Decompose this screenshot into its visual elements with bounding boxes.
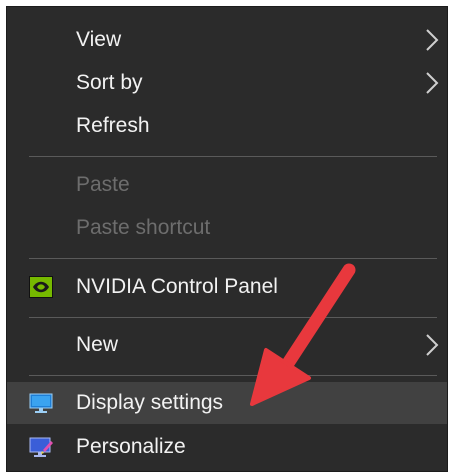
menu-item-new[interactable]: New <box>7 324 447 366</box>
desktop-context-menu: View Sort by Refresh Paste Paste shortcu… <box>6 6 448 472</box>
menu-item-label: NVIDIA Control Panel <box>76 275 278 298</box>
menu-item-label: Paste shortcut <box>76 216 211 239</box>
menu-item-label: Paste <box>76 173 130 196</box>
chevron-right-icon <box>426 334 439 356</box>
chevron-right-icon <box>426 29 439 51</box>
menu-separator <box>29 258 437 259</box>
menu-item-view[interactable]: View <box>7 19 447 61</box>
menu-item-paste: Paste <box>7 164 447 206</box>
menu-item-label: View <box>76 28 122 51</box>
personalize-icon <box>29 437 53 457</box>
display-settings-icon <box>29 393 53 413</box>
menu-separator <box>29 317 437 318</box>
menu-separator <box>29 375 437 376</box>
menu-item-display-settings[interactable]: Display settings <box>7 382 447 424</box>
menu-item-label: Personalize <box>76 435 186 458</box>
menu-item-label: Display settings <box>76 391 224 414</box>
chevron-right-icon <box>426 72 439 94</box>
menu-item-refresh[interactable]: Refresh <box>7 105 447 147</box>
menu-item-nvidia-control-panel[interactable]: NVIDIA Control Panel <box>7 266 447 308</box>
menu-item-label: Sort by <box>76 71 143 94</box>
menu-item-label: New <box>76 333 119 356</box>
menu-item-sort-by[interactable]: Sort by <box>7 62 447 104</box>
menu-item-label: Refresh <box>76 114 150 137</box>
menu-separator <box>29 156 437 157</box>
nvidia-icon <box>29 276 53 298</box>
menu-item-personalize[interactable]: Personalize <box>7 426 447 468</box>
menu-item-paste-shortcut: Paste shortcut <box>7 207 447 249</box>
